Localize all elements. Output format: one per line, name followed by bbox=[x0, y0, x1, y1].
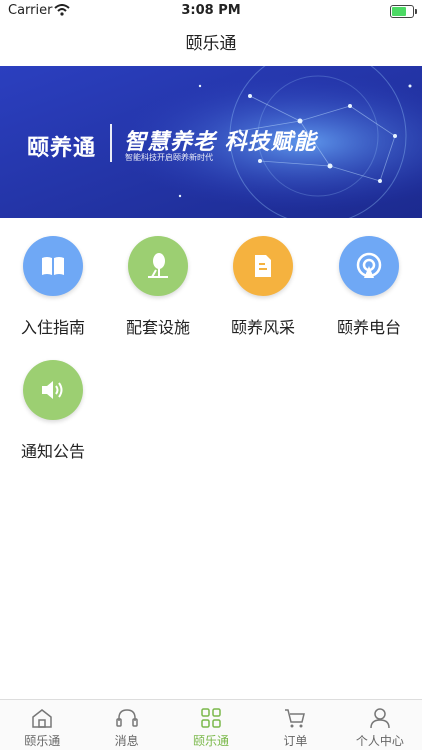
tab-yiletong[interactable]: 颐乐通 bbox=[169, 700, 253, 750]
home-icon bbox=[0, 707, 84, 729]
tab-profile[interactable]: 个人中心 bbox=[338, 700, 422, 750]
grid-icon bbox=[169, 707, 253, 729]
menu-item-label: 通知公告 bbox=[20, 442, 85, 461]
tab-label: 颐乐通 bbox=[24, 734, 61, 748]
menu-item-label: 颐养风采 bbox=[230, 318, 295, 337]
banner-slogan-sub: 智能科技开启颐养新时代 bbox=[125, 153, 213, 162]
book-icon bbox=[23, 236, 83, 296]
banner-brand: 颐养通 bbox=[27, 136, 97, 161]
menu-item-label: 颐养电台 bbox=[336, 318, 401, 337]
tab-orders[interactable]: 订单 bbox=[253, 700, 337, 750]
tab-home[interactable]: 颐乐通 bbox=[0, 700, 84, 750]
menu-item-showcase[interactable]: 颐养风采 bbox=[218, 236, 308, 338]
banner[interactable]: 颐养通 智慧养老 科技赋能 智能科技开启颐养新时代 bbox=[0, 66, 422, 218]
tab-label: 颐乐通 bbox=[193, 734, 230, 748]
tab-bar: 颐乐通 消息 颐乐通 订单 个人中心 bbox=[0, 699, 422, 750]
menu-item-radio[interactable]: 颐养电台 bbox=[324, 236, 414, 338]
menu-item-facilities[interactable]: 配套设施 bbox=[113, 236, 203, 338]
cart-icon bbox=[253, 707, 337, 729]
menu-item-notices[interactable]: 通知公告 bbox=[8, 360, 98, 462]
clock: 3:08 PM bbox=[181, 3, 241, 18]
tab-label: 订单 bbox=[283, 734, 308, 748]
tab-label: 个人中心 bbox=[355, 734, 404, 748]
menu-item-label: 入住指南 bbox=[20, 318, 85, 337]
user-icon bbox=[338, 707, 422, 729]
menu-item-guide[interactable]: 入住指南 bbox=[8, 236, 98, 338]
tab-messages[interactable]: 消息 bbox=[84, 700, 168, 750]
building-icon bbox=[233, 236, 293, 296]
status-bar: Carrier 3:08 PM bbox=[0, 0, 422, 22]
page-title: 颐乐通 bbox=[185, 34, 237, 54]
radio-icon bbox=[339, 236, 399, 296]
banner-divider bbox=[110, 124, 112, 162]
speaker-icon bbox=[23, 360, 83, 420]
tree-icon bbox=[128, 236, 188, 296]
tab-label: 消息 bbox=[114, 734, 139, 748]
battery-icon bbox=[390, 5, 417, 18]
headset-icon bbox=[84, 707, 168, 729]
menu-item-label: 配套设施 bbox=[125, 318, 190, 337]
